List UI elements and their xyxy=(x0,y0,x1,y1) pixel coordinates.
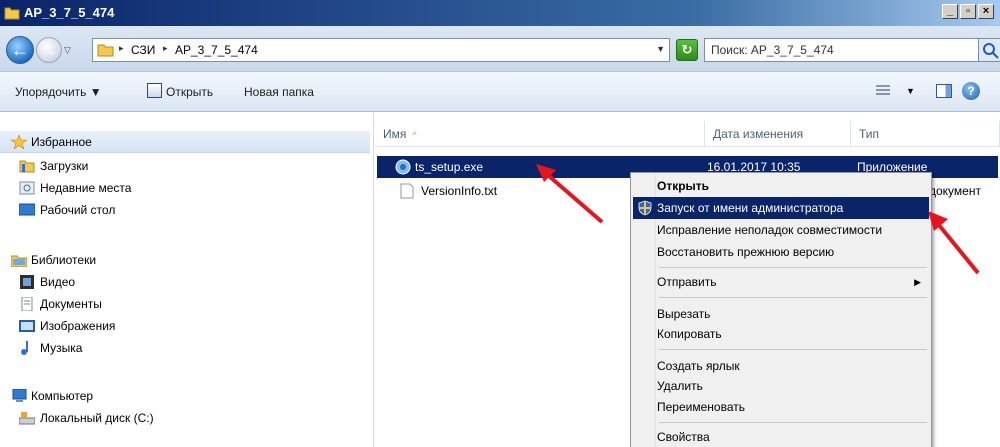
star-icon xyxy=(11,135,27,149)
forward-button[interactable]: → xyxy=(36,37,62,63)
address-row: ← → ▽ ▸ СЗИ ▸ AP_3_7_5_474 ▼ ↻ Поиск: AP… xyxy=(0,26,1000,72)
menu-separator xyxy=(659,267,927,268)
search-placeholder: Поиск: AP_3_7_5_474 xyxy=(711,43,834,57)
breadcrumb-szi[interactable]: СЗИ xyxy=(131,43,155,57)
video-icon xyxy=(20,275,34,289)
menu-item-copy[interactable]: Копировать xyxy=(633,323,929,345)
explorer-window: AP_3_7_5_474 _ ▫ × ← → ▽ ▸ СЗИ ▸ AP_3_7_… xyxy=(0,0,1000,447)
close-button[interactable]: × xyxy=(978,4,994,19)
menu-item-properties[interactable]: Свойства xyxy=(633,426,929,447)
title-bar[interactable]: AP_3_7_5_474 _ ▫ × xyxy=(0,0,1000,26)
navigation-pane: Избранное Загрузки Недавние места Рабочи… xyxy=(0,113,374,447)
libraries-icon xyxy=(11,255,27,267)
back-arrow-icon: ← xyxy=(11,40,29,60)
new-folder-button[interactable]: Новая папка xyxy=(244,85,314,99)
search-button[interactable] xyxy=(978,38,1000,62)
downloads-folder-icon xyxy=(19,160,35,173)
column-name[interactable]: Имя ^ xyxy=(375,121,705,147)
breadcrumb-current[interactable]: AP_3_7_5_474 xyxy=(175,43,258,57)
view-options-icon[interactable] xyxy=(876,85,890,97)
search-icon xyxy=(983,43,999,59)
refresh-button[interactable]: ↻ xyxy=(676,39,698,61)
view-chevron-down-icon[interactable]: ▼ xyxy=(906,86,915,96)
menu-item-delete[interactable]: Удалить xyxy=(633,375,929,397)
address-dropdown-icon[interactable]: ▼ xyxy=(656,44,665,54)
menu-item-open[interactable]: Открыть xyxy=(633,175,929,197)
menu-item-troubleshoot[interactable]: Исправление неполадок совместимости xyxy=(633,219,929,241)
pictures-icon xyxy=(19,320,35,332)
address-bar[interactable]: ▸ СЗИ ▸ AP_3_7_5_474 ▼ xyxy=(92,38,670,62)
red-arrow-icon xyxy=(536,164,604,224)
organize-button[interactable]: Упорядочить ▼ xyxy=(15,85,102,99)
menu-item-cut[interactable]: Вырезать xyxy=(633,303,929,325)
recent-pages-chevron-icon[interactable]: ▽ xyxy=(64,45,71,56)
music-note-icon xyxy=(21,341,28,355)
nav-favorites[interactable]: Избранное xyxy=(0,131,370,153)
forward-arrow-icon: → xyxy=(40,40,58,60)
breadcrumb-arrow-icon[interactable]: ▸ xyxy=(163,43,168,54)
menu-item-create-shortcut[interactable]: Создать ярлык xyxy=(633,355,929,377)
menu-separator xyxy=(659,349,927,350)
open-button[interactable]: Открыть xyxy=(166,85,213,99)
computer-icon xyxy=(12,389,27,402)
red-arrow-icon xyxy=(928,211,980,275)
column-date-modified[interactable]: Дата изменения xyxy=(705,121,851,147)
file-type: документ xyxy=(929,184,981,198)
menu-item-send-to[interactable]: Отправить ▶ xyxy=(633,271,929,293)
preview-pane-icon[interactable] xyxy=(936,84,952,98)
file-name: VersionInfo.txt xyxy=(421,184,498,198)
back-button[interactable]: ← xyxy=(6,36,34,64)
documents-icon xyxy=(21,297,33,311)
help-icon[interactable]: ? xyxy=(962,82,980,100)
drive-icon xyxy=(19,412,35,425)
window-title: AP_3_7_5_474 xyxy=(24,5,115,20)
exe-file-icon xyxy=(395,159,411,175)
breadcrumb-arrow-icon[interactable]: ▸ xyxy=(119,43,124,54)
desktop-icon xyxy=(19,203,35,216)
refresh-icon: ↻ xyxy=(681,42,693,57)
menu-item-rename[interactable]: Переименовать xyxy=(633,396,929,418)
menu-separator xyxy=(659,297,927,298)
menu-item-restore[interactable]: Восстановить прежнюю версию xyxy=(633,241,929,263)
uac-shield-icon xyxy=(638,200,652,216)
context-menu: Открыть Запуск от имени администратора И… xyxy=(630,172,932,447)
column-type[interactable]: Тип xyxy=(851,121,1000,147)
folder-icon xyxy=(97,44,114,57)
sort-ascending-icon: ^ xyxy=(412,130,417,140)
text-file-icon xyxy=(400,183,414,199)
open-icon xyxy=(147,83,162,98)
menu-separator xyxy=(659,422,927,423)
command-bar: Упорядочить ▼ Открыть Новая папка ▼ ? xyxy=(0,72,1000,112)
recent-places-icon xyxy=(19,181,35,195)
folder-icon xyxy=(4,7,20,20)
minimize-button[interactable]: _ xyxy=(942,4,958,19)
file-name: ts_setup.exe xyxy=(415,160,484,174)
menu-item-run-as-admin[interactable]: Запуск от имени администратора xyxy=(633,197,929,219)
search-input[interactable]: Поиск: AP_3_7_5_474 xyxy=(704,38,980,62)
maximize-button[interactable]: ▫ xyxy=(960,4,976,19)
